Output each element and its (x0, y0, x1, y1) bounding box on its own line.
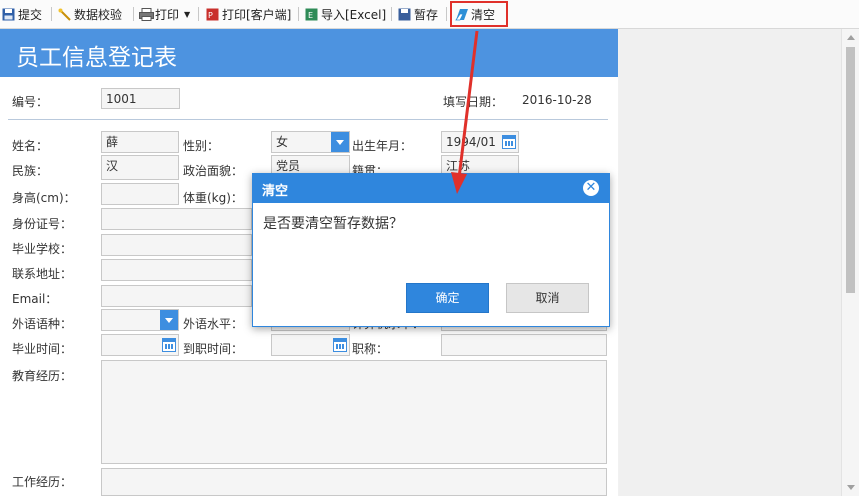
annotation-arrow (451, 30, 479, 194)
